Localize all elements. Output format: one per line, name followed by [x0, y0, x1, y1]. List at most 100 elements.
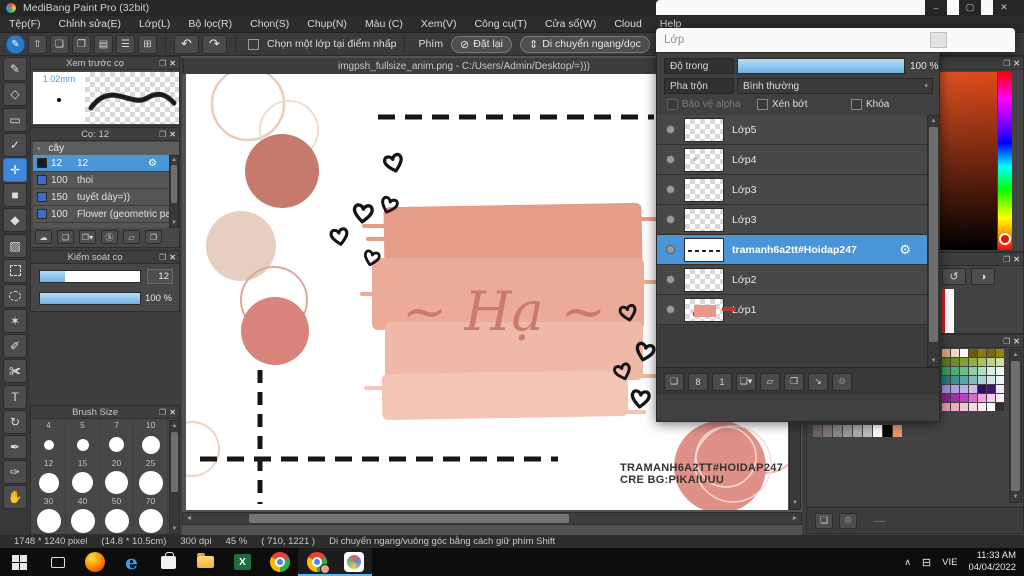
- menu-item[interactable]: Chụp(N): [298, 16, 356, 33]
- excel-taskbar-button[interactable]: X: [224, 548, 261, 576]
- custom-swatch[interactable]: [893, 425, 902, 437]
- layers-window-dock-button[interactable]: [930, 32, 947, 48]
- add-layer[interactable]: ❏: [664, 372, 684, 391]
- brush-row[interactable]: 100 Flower (geometric patt ⚙: [33, 206, 169, 223]
- brush-folder[interactable]: ▱: [123, 230, 140, 244]
- script-brush[interactable]: Ⓢ: [101, 230, 118, 244]
- custom-swatch[interactable]: [813, 425, 822, 437]
- layer-list-scrollbar[interactable]: ▲ ▼: [927, 115, 940, 367]
- brush-size-option[interactable]: 7: [100, 420, 134, 458]
- chrome-profile-taskbar-button[interactable]: [298, 548, 335, 576]
- tray-notification-icon[interactable]: ⊟: [922, 556, 931, 569]
- brush-size-option[interactable]: 10: [134, 420, 168, 458]
- minimize-button[interactable]: –: [925, 0, 947, 15]
- select-pen-tool[interactable]: ✐: [3, 334, 27, 359]
- close-icon[interactable]: ✕: [169, 253, 176, 262]
- custom-swatch[interactable]: [823, 425, 832, 437]
- duplicate-brush-menu[interactable]: ❐▾: [79, 230, 96, 244]
- move-direction-button[interactable]: ⇕ Di chuyển ngang/dọc: [519, 35, 650, 53]
- new-palette-color-button[interactable]: ❏: [815, 512, 833, 529]
- document[interactable]: ▤: [94, 34, 113, 54]
- menu-item[interactable]: Lớp(L): [130, 16, 179, 33]
- layer-visibility-icon[interactable]: [666, 185, 675, 194]
- custom-swatch[interactable]: [863, 425, 872, 437]
- brush-size-option[interactable]: 4: [32, 420, 66, 458]
- start-button[interactable]: [0, 548, 39, 576]
- fill-shape-tool[interactable]: ■: [3, 183, 27, 208]
- text-tool[interactable]: T: [3, 384, 27, 409]
- select-tool[interactable]: [3, 258, 27, 283]
- language-indicator[interactable]: VIE: [942, 557, 957, 568]
- layer-folder[interactable]: ▱: [760, 372, 780, 391]
- layer-row[interactable]: Lớp3 ⚙: [657, 175, 927, 205]
- rotate-tool[interactable]: ↻: [3, 409, 27, 434]
- custom-swatch[interactable]: [873, 425, 882, 437]
- add-1bit-layer[interactable]: 1: [712, 372, 732, 391]
- task-view-button[interactable]: [39, 548, 76, 576]
- add-8bit-layer[interactable]: 8: [688, 372, 708, 391]
- eyedropper-tool[interactable]: ✑: [3, 460, 27, 485]
- brush-row[interactable]: 150 tuyết dày=)) ⚙: [33, 189, 169, 206]
- layers-window-titlebar[interactable]: Lớp: [656, 28, 1015, 52]
- brush-size-option[interactable]: 70: [134, 496, 168, 534]
- eraser-tool[interactable]: ◇: [3, 82, 27, 107]
- close-button[interactable]: ✕: [993, 0, 1015, 15]
- custom-swatch[interactable]: [833, 425, 842, 437]
- popout-icon[interactable]: ❐: [159, 253, 166, 262]
- layer-visibility-icon[interactable]: [666, 125, 675, 134]
- chrome-taskbar-button[interactable]: [261, 548, 298, 576]
- layer-visibility-icon[interactable]: [666, 155, 675, 164]
- layer-visibility-icon[interactable]: [666, 245, 675, 254]
- delete-layer[interactable]: ♲: [832, 372, 852, 391]
- layer-row[interactable]: Lớp4 ⚙: [657, 145, 927, 175]
- menu-item[interactable]: Công cụ(T): [465, 16, 536, 33]
- close-icon[interactable]: ✕: [169, 408, 176, 417]
- custom-swatch[interactable]: [843, 425, 852, 437]
- reset-button[interactable]: ⊘ Đặt lại: [450, 35, 512, 53]
- curve-tool[interactable]: ✓: [3, 132, 27, 157]
- brush-size-option[interactable]: 50: [100, 496, 134, 534]
- layer-opacity-slider[interactable]: [737, 58, 905, 74]
- layer-row[interactable]: Lớp2 ⚙: [657, 265, 927, 295]
- undo-button[interactable]: ↶: [174, 34, 199, 54]
- blend-mode-select[interactable]: Bình thường ▾: [737, 78, 933, 94]
- menu-item[interactable]: Chọn(S): [241, 16, 298, 33]
- clock[interactable]: 11:33 AM 04/04/2022: [968, 550, 1016, 574]
- popout-icon[interactable]: ❐: [159, 130, 166, 139]
- layer-row[interactable]: Lớp3 ⚙: [657, 205, 927, 235]
- transfer-layer[interactable]: ↘: [808, 372, 828, 391]
- brush-settings-gear-icon[interactable]: ⚙: [148, 158, 157, 169]
- layer-visibility-icon[interactable]: [666, 275, 675, 284]
- new-brush[interactable]: ❏: [57, 230, 74, 244]
- layer-row[interactable]: Lớp5 ⚙: [657, 115, 927, 145]
- brush-size-option[interactable]: 5: [66, 420, 100, 458]
- popout-icon[interactable]: ❐: [159, 59, 166, 68]
- brush-size-option[interactable]: 30: [32, 496, 66, 534]
- brush-size-option[interactable]: 15: [66, 458, 100, 496]
- comment[interactable]: ❏: [50, 34, 69, 54]
- medibang-taskbar-button[interactable]: [335, 548, 372, 576]
- close-icon[interactable]: ✕: [169, 130, 176, 139]
- add-special-layer[interactable]: ❏▾: [736, 372, 756, 391]
- tray-chevron-icon[interactable]: ∧: [904, 557, 911, 568]
- brush-list-scrollbar[interactable]: ▲ ▼: [169, 155, 179, 228]
- cloud-download[interactable]: ☁: [35, 230, 52, 244]
- store-taskbar-button[interactable]: [150, 548, 187, 576]
- menu-item[interactable]: Chỉnh sửa(E): [50, 16, 130, 33]
- layer-settings-gear-icon[interactable]: ⚙: [899, 242, 911, 258]
- delete-palette-color-button[interactable]: ♲: [839, 512, 857, 529]
- brush-row[interactable]: 100 thoi ⚙: [33, 172, 169, 189]
- layer-visibility-icon[interactable]: [666, 215, 675, 224]
- protect-alpha-checkbox[interactable]: Bảo vệ alpha: [667, 99, 740, 110]
- brush-tool[interactable]: ✎: [3, 57, 27, 82]
- select-layer-on-click-checkbox[interactable]: [248, 38, 259, 50]
- brush-size-option[interactable]: 25: [134, 458, 168, 496]
- hand-tool[interactable]: ✋: [3, 485, 27, 510]
- bucket-tool[interactable]: ◆: [3, 208, 27, 233]
- brush-group-row[interactable]: ▾ cây: [33, 142, 179, 155]
- menu-item[interactable]: Cửa sổ(W): [536, 16, 605, 33]
- edge-taskbar-button[interactable]: e: [113, 548, 150, 576]
- duplicate-layer[interactable]: ❐: [784, 372, 804, 391]
- snap-brush[interactable]: ✎: [6, 34, 25, 54]
- brush-opacity-slider[interactable]: [39, 292, 141, 305]
